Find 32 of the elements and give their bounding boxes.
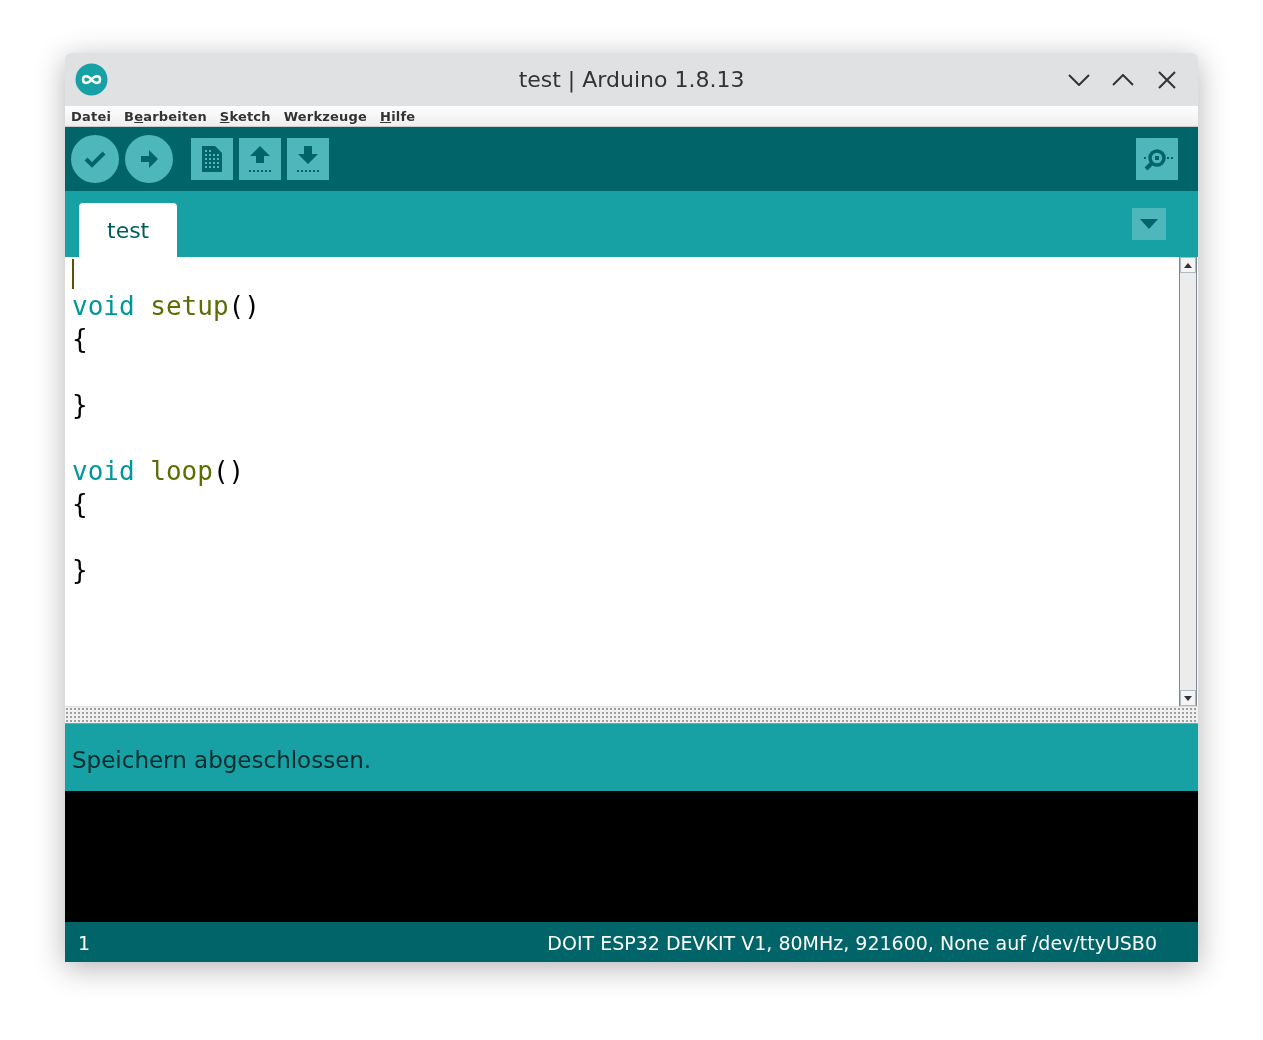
open-button[interactable]: [239, 138, 281, 180]
chevron-up-icon: [1112, 73, 1134, 86]
close-icon: [1158, 70, 1176, 89]
code-line: {: [72, 488, 88, 521]
code-line: void loop(): [72, 455, 245, 488]
app-logo-icon: [75, 63, 108, 96]
menu-item[interactable]: Sketch: [219, 108, 271, 124]
triangle-up-icon: [1184, 262, 1192, 268]
menu-item[interactable]: Werkzeuge: [283, 108, 368, 124]
splitter-handle[interactable]: [65, 706, 1198, 724]
code-line: }: [72, 389, 88, 422]
tab-menu-button[interactable]: [1132, 208, 1166, 240]
save-button[interactable]: [287, 138, 329, 180]
upload-button[interactable]: [125, 135, 173, 183]
new-button[interactable]: [191, 138, 233, 180]
code-line: void setup(): [72, 290, 260, 323]
menu-item[interactable]: Hilfe: [380, 108, 416, 124]
triangle-down-icon: [1140, 219, 1158, 229]
chevron-down-icon: [1068, 73, 1090, 86]
triangle-down-icon: [1184, 695, 1192, 701]
line-number: 1: [78, 932, 91, 954]
menu-item[interactable]: Bearbeiten: [124, 108, 207, 124]
menu-item[interactable]: Datei: [71, 108, 112, 124]
serial-monitor-button[interactable]: [1136, 138, 1178, 180]
verify-button[interactable]: [71, 135, 119, 183]
code-line: }: [72, 554, 88, 587]
window-title: test | Arduino 1.8.13: [518, 67, 745, 92]
board-info: DOIT ESP32 DEVKIT V1, 80MHz, 921600, None auf /dev/ttyUSB0: [547, 932, 1157, 954]
editor-tab[interactable]: test: [79, 203, 178, 257]
status-message: Speichern abgeschlossen.: [72, 746, 372, 773]
code-line: {: [72, 323, 88, 356]
vertical-scrollbar[interactable]: [1179, 257, 1197, 706]
